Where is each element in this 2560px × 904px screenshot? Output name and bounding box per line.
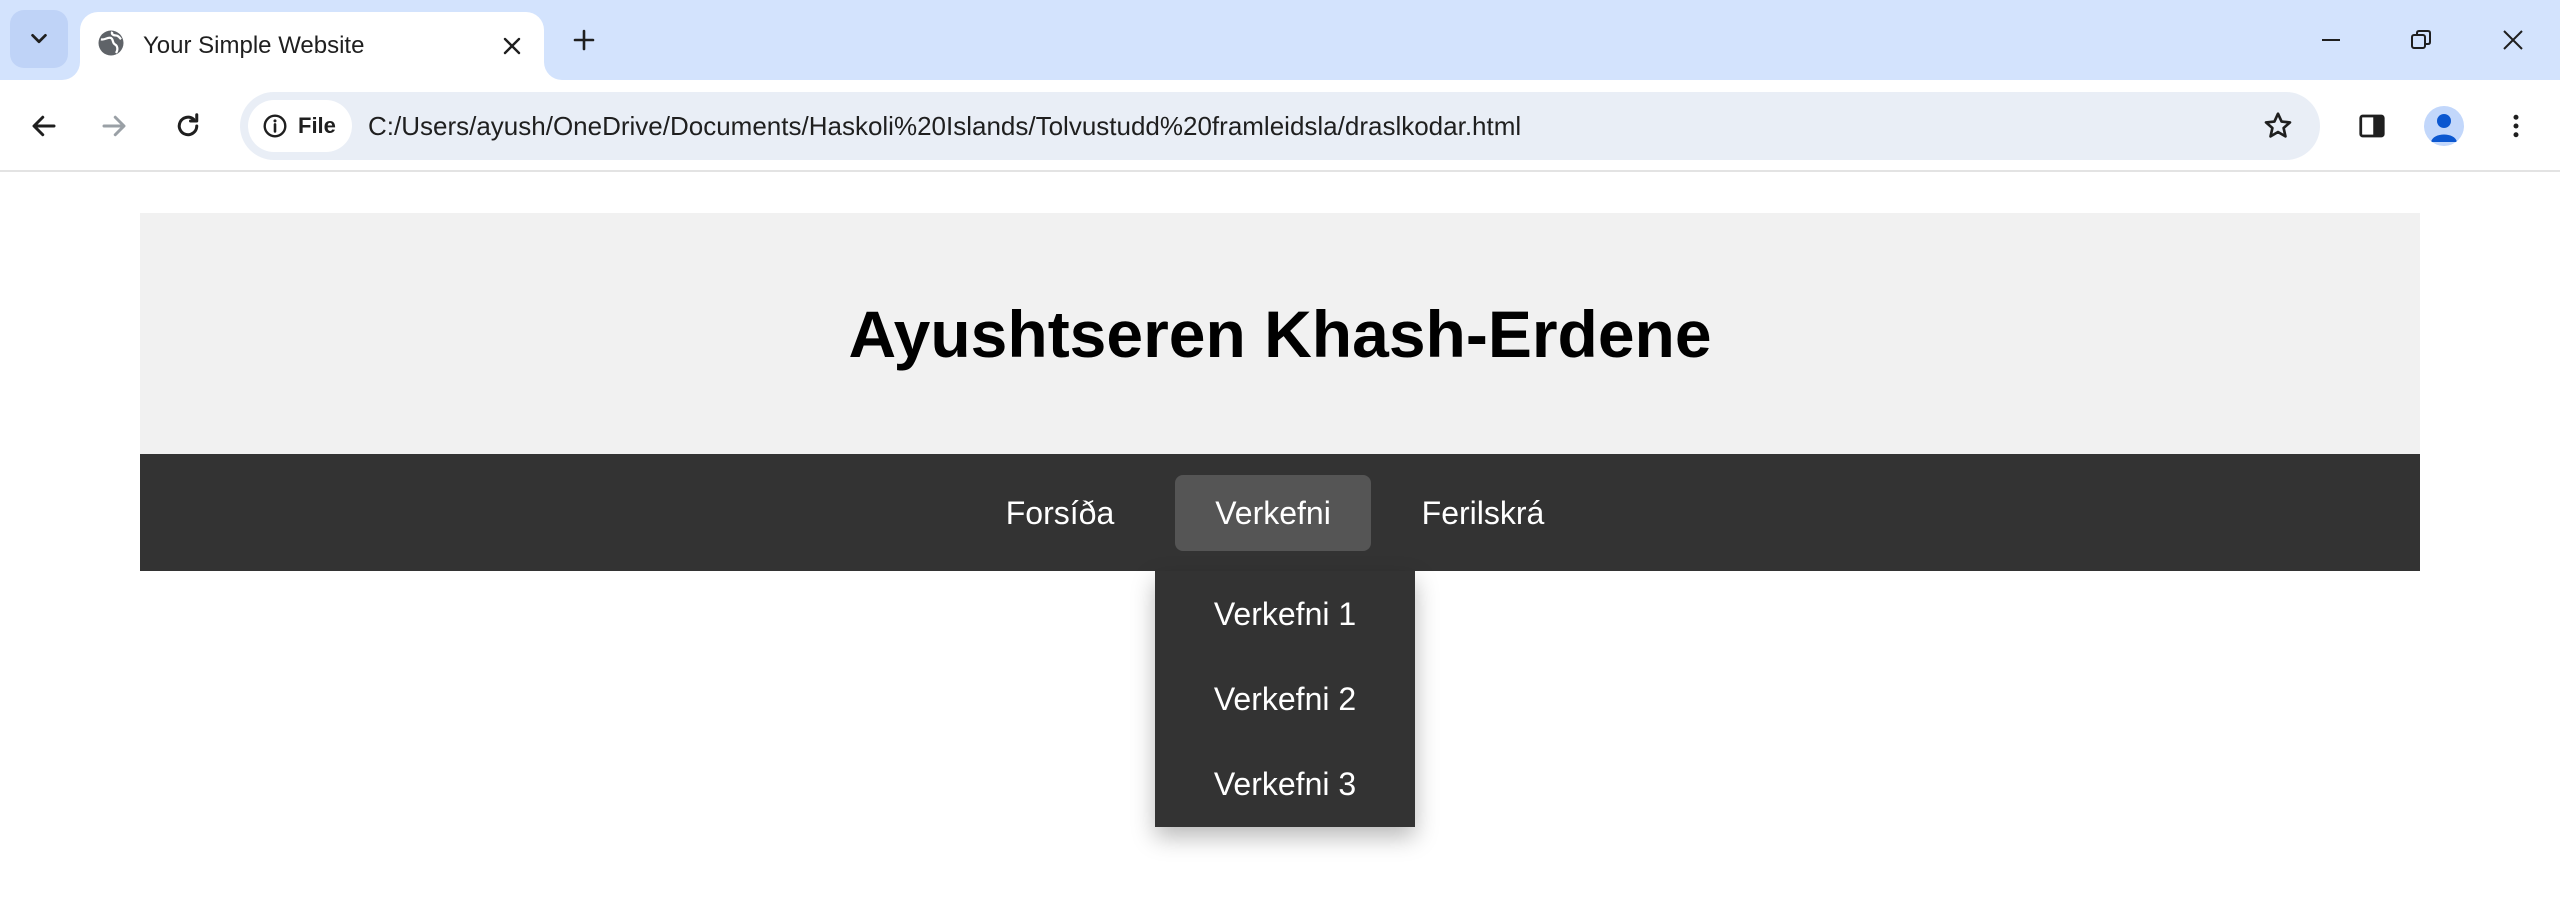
browser-tab[interactable]: Your Simple Website — [80, 12, 544, 80]
tab-close-button[interactable] — [494, 28, 530, 64]
side-panel-icon — [2359, 114, 2385, 138]
nav-link-verkefni[interactable]: Verkefni — [1175, 475, 1371, 551]
site-chip-label: File — [298, 113, 336, 138]
address-bar[interactable]: File C:/Users/ayush/OneDrive/Documents/H… — [240, 92, 2320, 160]
side-panel-button[interactable] — [2344, 98, 2400, 154]
tab-search-button[interactable] — [10, 10, 68, 68]
page-title: Ayushtseren Khash-Erdene — [848, 296, 1712, 371]
avatar — [2424, 106, 2464, 146]
person-icon — [2431, 114, 2457, 142]
site-info-chip[interactable]: File — [248, 100, 352, 152]
minimize-button[interactable] — [2286, 0, 2376, 80]
nav-link-ferilskra[interactable]: Ferilskrá — [1398, 475, 1568, 551]
verkefni-dropdown-menu: Verkefni 1 Verkefni 2 Verkefni 3 — [1155, 571, 1415, 827]
dropdown-item-verkefni-3[interactable]: Verkefni 3 — [1155, 749, 1415, 819]
close-icon — [503, 37, 521, 55]
menu-button[interactable] — [2488, 98, 2544, 154]
restore-button[interactable] — [2376, 0, 2466, 80]
reload-button[interactable] — [160, 98, 216, 154]
new-tab-button[interactable] — [562, 18, 606, 62]
bookmark-button[interactable] — [2254, 102, 2302, 150]
star-icon — [2264, 112, 2292, 138]
back-button[interactable] — [16, 98, 72, 154]
site-header: Ayushtseren Khash-Erdene — [140, 213, 2420, 454]
close-window-button[interactable] — [2468, 0, 2558, 80]
globe-icon — [98, 30, 124, 56]
more-vertical-icon — [2513, 114, 2519, 138]
nav-link-forsida[interactable]: Forsíða — [966, 475, 1154, 551]
chevron-down-icon — [31, 33, 47, 44]
url-text[interactable]: C:/Users/ayush/OneDrive/Documents/Haskol… — [368, 92, 1521, 160]
reload-icon — [177, 113, 199, 137]
browser-toolbar: File C:/Users/ayush/OneDrive/Documents/H… — [0, 80, 2560, 172]
minimize-icon — [2322, 39, 2340, 41]
close-icon — [2503, 30, 2523, 50]
arrow-left-icon — [32, 115, 56, 137]
site-nav: Forsíða Verkefni Ferilskrá — [140, 454, 2420, 571]
tab-title: Your Simple Website — [143, 32, 365, 59]
arrow-right-icon — [102, 115, 126, 137]
profile-button[interactable] — [2416, 98, 2472, 154]
restore-icon — [2411, 30, 2431, 49]
dropdown-item-verkefni-2[interactable]: Verkefni 2 — [1155, 664, 1415, 734]
plus-icon — [573, 29, 595, 51]
dropdown-item-verkefni-1[interactable]: Verkefni 1 — [1155, 579, 1415, 649]
info-icon — [263, 114, 287, 138]
forward-button[interactable] — [86, 98, 142, 154]
tab-strip: Your Simple Website — [0, 0, 2560, 80]
